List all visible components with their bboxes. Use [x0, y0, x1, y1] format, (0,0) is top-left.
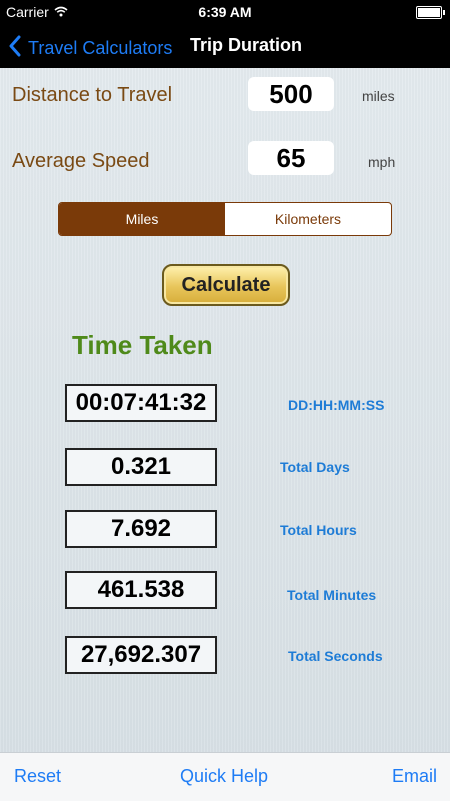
- back-button-label: Travel Calculators: [28, 38, 173, 58]
- status-bar: Carrier 6:39 AM: [0, 0, 450, 24]
- distance-unit: miles: [362, 88, 395, 104]
- result-total-minutes: 461.538: [65, 571, 217, 609]
- bottom-toolbar: Reset Quick Help Email: [0, 752, 450, 801]
- results-title: Time Taken: [72, 330, 213, 360]
- reset-button[interactable]: Reset: [14, 766, 61, 787]
- page-title: Trip Duration: [190, 35, 302, 55]
- units-segmented-control: Miles Kilometers: [58, 202, 392, 236]
- distance-label: Distance to Travel: [12, 84, 173, 106]
- result-label-total-minutes: Total Minutes: [287, 587, 377, 603]
- result-total-seconds: 27,692.307: [65, 636, 217, 674]
- back-button[interactable]: Travel Calculators: [8, 35, 172, 62]
- result-label-total-hours: Total Hours: [280, 522, 357, 538]
- result-label-total-seconds: Total Seconds: [288, 648, 383, 664]
- segment-miles[interactable]: Miles: [59, 203, 225, 235]
- status-time: 6:39 AM: [198, 4, 252, 20]
- speed-label: Average Speed: [12, 150, 150, 172]
- result-dd-hh-mm-ss: 00:07:41:32: [65, 384, 217, 422]
- result-total-days: 0.321: [65, 448, 217, 486]
- result-total-hours: 7.692: [65, 510, 217, 548]
- chevron-left-icon: [8, 35, 22, 62]
- calculate-button[interactable]: Calculate: [162, 264, 290, 306]
- speed-unit: mph: [368, 154, 396, 170]
- segment-kilometers[interactable]: Kilometers: [225, 203, 391, 235]
- email-button[interactable]: Email: [392, 766, 437, 787]
- distance-input[interactable]: 500: [248, 77, 334, 111]
- result-label-dd-hh-mm-ss: DD:HH:MM:SS: [288, 397, 385, 413]
- speed-input[interactable]: 65: [248, 141, 334, 175]
- quick-help-button[interactable]: Quick Help: [180, 766, 268, 787]
- result-label-total-days: Total Days: [280, 459, 350, 475]
- calculator-content: Distance to Travel 500 miles Average Spe…: [0, 68, 450, 752]
- navigation-bar: Travel Calculators Trip Duration: [0, 24, 450, 68]
- battery-icon: [416, 6, 445, 19]
